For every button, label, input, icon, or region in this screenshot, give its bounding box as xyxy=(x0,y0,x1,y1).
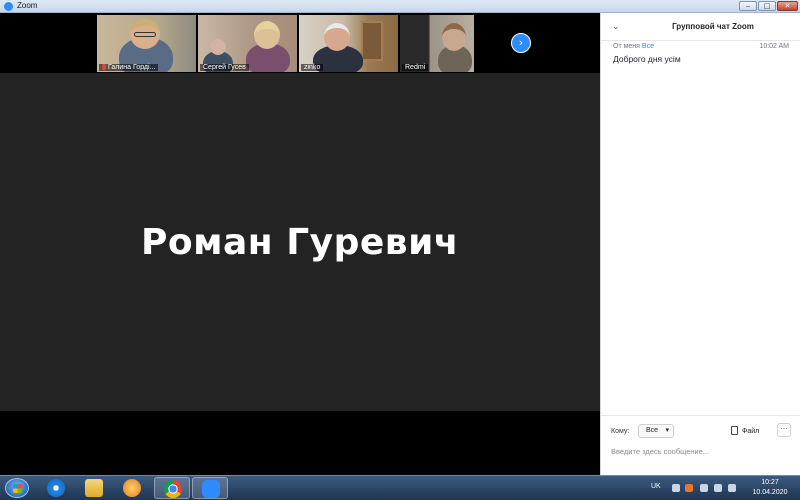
file-explorer-icon xyxy=(85,479,103,497)
taskbar-app-ie[interactable] xyxy=(38,477,74,499)
maximize-button[interactable]: □ xyxy=(758,1,776,11)
taskbar-app-explorer[interactable] xyxy=(76,477,112,499)
tray-app-icon[interactable] xyxy=(685,484,693,492)
network-icon[interactable] xyxy=(728,484,736,492)
keyboard-language[interactable]: UK xyxy=(651,483,661,490)
chrome-icon xyxy=(164,480,182,498)
active-speaker-name: Роман Гуревич xyxy=(140,221,460,263)
zoom-icon xyxy=(202,480,220,498)
window-titlebar: Zoom ‒ □ ✕ xyxy=(0,0,800,13)
participant-name: Redmi xyxy=(402,64,429,71)
message-meta: От меня Все xyxy=(613,43,654,50)
chat-title: Групповой чат Zoom xyxy=(672,22,754,31)
next-page-button[interactable]: › xyxy=(511,33,531,53)
chat-panel: ⌄ Групповой чат Zoom От меня Все 10:02 A… xyxy=(600,13,800,475)
participant-strip: Галина Горді... Сергей Гусев zinko Redmi… xyxy=(0,13,600,73)
participant-name: Галина Горді... xyxy=(99,64,159,71)
message-text: Доброго дня усім xyxy=(613,54,681,64)
video-area: Галина Горді... Сергей Гусев zinko Redmi… xyxy=(0,13,600,475)
mic-muted-icon xyxy=(102,64,106,70)
window-title: Zoom xyxy=(17,1,38,10)
active-speaker-view: Роман Гуревич xyxy=(0,73,600,411)
chat-footer: Кому: Все ▾ Файл ··· xyxy=(601,415,800,475)
clock-time: 10:27 xyxy=(761,479,779,486)
tray-flag-icon[interactable] xyxy=(700,484,708,492)
taskbar: UK 10:27 10.04.2020 xyxy=(0,475,800,500)
minimize-button[interactable]: ‒ xyxy=(739,1,757,11)
participant-name: zinko xyxy=(301,64,324,71)
recipient-select[interactable]: Все ▾ xyxy=(638,424,674,438)
participant-tile[interactable]: zinko xyxy=(299,15,398,72)
file-button[interactable]: Файл xyxy=(731,426,759,435)
chat-message-input[interactable] xyxy=(611,444,791,458)
taskbar-app-chrome[interactable] xyxy=(154,477,190,499)
participant-name: Сергей Гусев xyxy=(200,64,249,71)
start-button[interactable] xyxy=(5,478,29,498)
taskbar-app-zoom[interactable] xyxy=(192,477,228,499)
participant-tile[interactable]: Сергей Гусев xyxy=(198,15,297,72)
message-time: 10:02 AM xyxy=(759,43,789,50)
message-recipient[interactable]: Все xyxy=(642,43,654,50)
participant-tile[interactable]: Redmi xyxy=(400,15,474,72)
internet-explorer-icon xyxy=(47,479,65,497)
tray-arrow-icon[interactable] xyxy=(672,484,680,492)
participant-tile[interactable]: Галина Горді... xyxy=(97,15,196,72)
file-icon xyxy=(731,426,738,435)
caret-down-icon: ▾ xyxy=(665,427,669,434)
recipient-label: Кому: xyxy=(611,428,630,435)
windows-logo-icon xyxy=(13,484,22,493)
media-player-icon xyxy=(123,479,141,497)
zoom-logo-icon xyxy=(4,2,13,11)
close-button[interactable]: ✕ xyxy=(777,1,798,11)
taskbar-app-media[interactable] xyxy=(114,477,150,499)
volume-icon[interactable] xyxy=(714,484,722,492)
chat-header: ⌄ Групповой чат Zoom xyxy=(601,13,800,41)
taskbar-clock[interactable]: 10:27 10.04.2020 xyxy=(745,478,795,498)
clock-date: 10.04.2020 xyxy=(752,489,788,496)
more-options-button[interactable]: ··· xyxy=(777,423,791,437)
